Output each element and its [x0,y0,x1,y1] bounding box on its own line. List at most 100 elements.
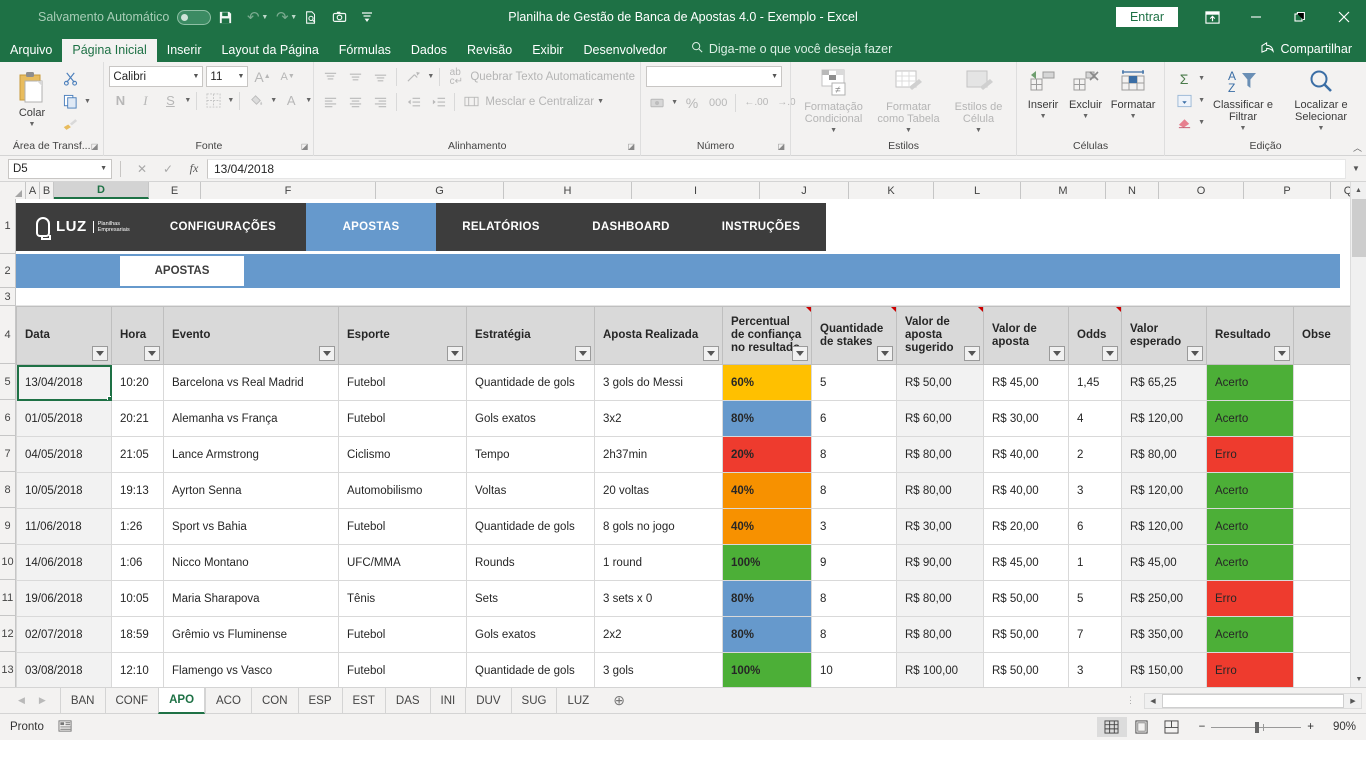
table-row[interactable]: 13/04/2018 10:20 Barcelona vs Real Madri… [17,365,1366,401]
number-format-combo[interactable]: ▼ [646,66,782,87]
insert-function-icon[interactable]: fx [181,161,207,176]
conditional-formatting-button[interactable]: ≠ Formatação Condicional ▼ [796,66,871,139]
cell-odds[interactable]: 3 [1069,473,1122,509]
row-header-5[interactable]: 5 [0,364,15,400]
cell-sugerido[interactable]: R$ 60,00 [897,401,984,437]
sheet-tab-apo[interactable]: APO [158,688,205,714]
cell-stakes[interactable]: 5 [812,365,897,401]
sheet-tab-ini[interactable]: INI [430,688,466,714]
font-name-combo[interactable]: Calibri▼ [109,66,203,87]
minimize-button[interactable] [1234,0,1278,34]
number-format-caret-icon[interactable]: ▼ [771,73,778,80]
horizontal-scroll-thumb[interactable] [1162,694,1344,708]
cell-aposta[interactable]: 3x2 [595,401,723,437]
cell-stakes[interactable]: 3 [812,509,897,545]
cell-esperado[interactable]: R$ 120,00 [1122,473,1207,509]
cell-sugerido[interactable]: R$ 80,00 [897,581,984,617]
increase-decimal-icon[interactable]: ←.00 [741,92,771,113]
sheet-tab-esp[interactable]: ESP [298,688,342,714]
cell-esperado[interactable]: R$ 65,25 [1122,365,1207,401]
cell-estrategia[interactable]: Quantidade de gols [467,653,595,688]
cell-odds[interactable]: 3 [1069,653,1122,688]
cell-valor[interactable]: R$ 20,00 [984,509,1069,545]
cell-percentual[interactable]: 80% [723,581,812,617]
cell-resultado[interactable]: Acerto [1207,509,1294,545]
horizontal-scrollbar[interactable]: ◀ ▶ [1144,693,1362,709]
number-dialog-launcher[interactable]: ◪ [778,140,786,154]
cell-esporte[interactable]: Tênis [339,581,467,617]
cell-esporte[interactable]: UFC/MMA [339,545,467,581]
zoom-handle[interactable] [1255,722,1259,733]
percent-style-button[interactable]: % [681,92,703,113]
collapse-ribbon-icon[interactable]: ︿ [1353,141,1362,154]
cell-evento[interactable]: Alemanha vs França [164,401,339,437]
clipboard-dialog-launcher[interactable]: ◪ [91,140,99,154]
ribbon-tab-exibir[interactable]: Exibir [522,39,573,63]
fill-color-icon[interactable] [245,90,267,111]
insert-cells-dropdown-icon[interactable]: ▼ [1040,111,1047,123]
scroll-grip-icon[interactable]: ⋮ [1118,695,1144,706]
cell-resultado[interactable]: Erro [1207,653,1294,688]
cell-hora[interactable]: 10:05 [112,581,164,617]
normal-view-icon[interactable] [1097,717,1127,737]
clear-dropdown-icon[interactable]: ▼ [1198,119,1205,126]
column-header-P[interactable]: P [1244,182,1331,199]
cell-stakes[interactable]: 6 [812,401,897,437]
cell-data[interactable]: 11/06/2018 [17,509,112,545]
cell-percentual[interactable]: 100% [723,545,812,581]
row-header-7[interactable]: 7 [0,436,15,472]
column-header-K[interactable]: K [849,182,934,199]
col-header-valor-esperado[interactable]: Valor esperado [1122,307,1207,365]
decrease-indent-icon[interactable] [402,91,424,112]
nav-item-apostas[interactable]: APOSTAS [306,203,436,251]
clear-icon[interactable] [1173,112,1195,133]
cell-odds[interactable]: 1,45 [1069,365,1122,401]
cell-aposta[interactable]: 20 voltas [595,473,723,509]
format-as-table-button[interactable]: Formatar como Tabela ▼ [871,66,946,139]
italic-button[interactable]: I [134,90,156,111]
row-header-3[interactable]: 3 [0,288,15,306]
cell-aposta[interactable]: 2h37min [595,437,723,473]
page-layout-view-icon[interactable] [1127,717,1157,737]
cell-resultado[interactable]: Acerto [1207,545,1294,581]
sub-tab-apostas[interactable]: APOSTAS [120,256,244,286]
ribbon-tab-arquivo[interactable]: Arquivo [0,39,62,63]
font-size-caret-icon[interactable]: ▼ [237,73,244,80]
format-cells-dropdown-icon[interactable]: ▼ [1130,111,1137,123]
cell-aposta[interactable]: 3 gols do Messi [595,365,723,401]
page-break-view-icon[interactable] [1157,717,1187,737]
cell-data[interactable]: 02/07/2018 [17,617,112,653]
filter-button-estrategia[interactable] [575,346,591,361]
cell-esporte[interactable]: Futebol [339,653,467,688]
sort-filter-dropdown-icon[interactable]: ▼ [1240,123,1247,135]
cell-data[interactable]: 10/05/2018 [17,473,112,509]
filter-button-percentual[interactable] [792,346,808,361]
column-header-G[interactable]: G [376,182,504,199]
table-row[interactable]: 04/05/2018 21:05 Lance Armstrong Ciclism… [17,437,1366,473]
add-sheet-icon[interactable]: ⊕ [613,692,625,709]
cell-data[interactable]: 13/04/2018 [17,365,112,401]
cell-odds[interactable]: 6 [1069,509,1122,545]
autosave-toggle[interactable] [177,10,211,25]
scroll-right-button[interactable]: ▶ [1345,697,1361,705]
cell-hora[interactable]: 1:06 [112,545,164,581]
cell-odds[interactable]: 4 [1069,401,1122,437]
cell-evento[interactable]: Nicco Montano [164,545,339,581]
filter-button-sugerido[interactable] [964,346,980,361]
ribbon-tab-layout-da-pagina[interactable]: Layout da Página [211,39,328,63]
decrease-font-size-icon[interactable]: A▼ [277,66,299,87]
cell-estrategia[interactable]: Rounds [467,545,595,581]
row-header-10[interactable]: 10 [0,544,15,580]
font-color-dropdown-icon[interactable]: ▼ [305,97,312,104]
cell-estrategia[interactable]: Quantidade de gols [467,365,595,401]
cell-valor[interactable]: R$ 45,00 [984,365,1069,401]
cell-esperado[interactable]: R$ 120,00 [1122,401,1207,437]
row-header-1[interactable]: 1 [0,199,15,254]
cell-esporte[interactable]: Futebol [339,401,467,437]
zoom-in-button[interactable]: + [1307,721,1314,733]
ribbon-tab-desenvolvedor[interactable]: Desenvolvedor [573,39,676,63]
customize-qat-icon[interactable] [353,4,381,30]
cell-aposta[interactable]: 2x2 [595,617,723,653]
cell-esperado[interactable]: R$ 250,00 [1122,581,1207,617]
filter-button-aposta-realizada[interactable] [703,346,719,361]
